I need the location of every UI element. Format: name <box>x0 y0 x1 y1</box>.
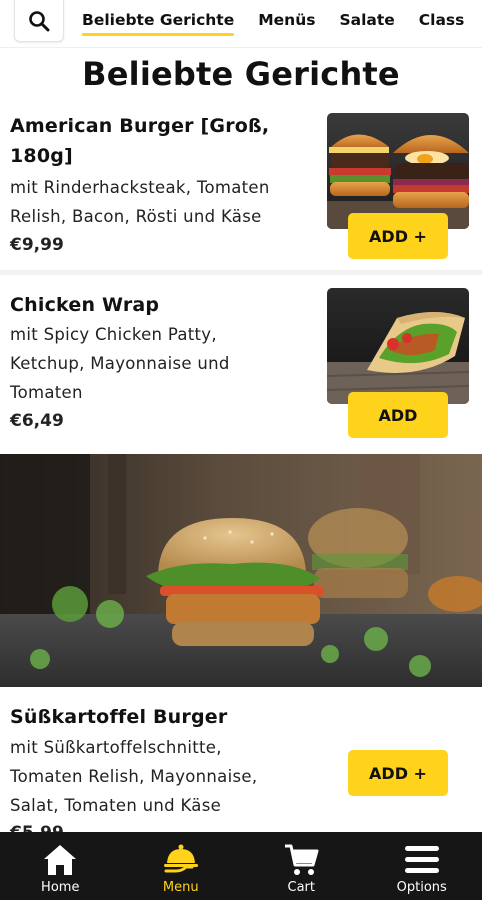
add-to-cart-button[interactable]: ADD + <box>348 750 448 796</box>
add-to-cart-button[interactable]: ADD + <box>348 213 448 259</box>
menu-cloche-icon <box>162 842 200 878</box>
menu-item-american-burger[interactable]: American Burger [Groß, 180g] mit Rinderh… <box>0 110 482 270</box>
burger-photo <box>327 113 469 229</box>
tab-classics[interactable]: Class <box>419 2 465 38</box>
category-bar: Beliebte Gerichte Menüs Salate Class <box>0 0 482 48</box>
tab-salate[interactable]: Salate <box>339 2 394 38</box>
nav-menu[interactable]: Menu <box>121 832 242 900</box>
nav-home[interactable]: Home <box>0 832 121 900</box>
bottom-navigation: Home Menu Cart Options <box>0 832 482 900</box>
nav-cart-label: Cart <box>287 880 316 895</box>
cart-icon <box>283 842 319 878</box>
category-tabs: Beliebte Gerichte Menüs Salate Class <box>82 0 482 40</box>
menu-item-suesskartoffel-burger[interactable]: Süßkartoffel Burger mit Süßkartoffelschn… <box>0 687 482 843</box>
nav-options-label: Options <box>396 880 447 895</box>
tab-beliebte-gerichte[interactable]: Beliebte Gerichte <box>82 2 235 38</box>
add-to-cart-button[interactable]: ADD <box>348 392 448 438</box>
hamburger-menu-icon <box>404 842 440 878</box>
item-description: mit Spicy Chicken Patty, Ketchup, Mayonn… <box>10 325 230 402</box>
nav-menu-label: Menu <box>162 880 199 895</box>
nav-home-label: Home <box>41 880 80 895</box>
item-price: €9,99 <box>10 235 64 255</box>
item-price: €6,49 <box>10 411 64 431</box>
nav-options[interactable]: Options <box>362 832 482 900</box>
item-name: Chicken Wrap <box>10 294 160 316</box>
hero-burger-image <box>0 454 482 687</box>
search-button[interactable] <box>14 0 64 42</box>
tab-menues[interactable]: Menüs <box>258 2 315 38</box>
search-icon <box>29 10 50 31</box>
wrap-photo <box>327 288 469 404</box>
nav-cart[interactable]: Cart <box>241 832 362 900</box>
item-description: mit Süßkartoffelschnitte, Tomaten Relish… <box>10 738 258 815</box>
item-description: mit Rinderhacksteak, Tomaten Relish, Bac… <box>10 178 270 226</box>
home-icon <box>42 842 78 878</box>
item-name: Süßkartoffel Burger <box>10 706 228 728</box>
menu-item-chicken-wrap[interactable]: Chicken Wrap mit Spicy Chicken Patty, Ke… <box>0 275 482 451</box>
item-name: American Burger [Groß, 180g] <box>10 115 270 167</box>
section-title: Beliebte Gerichte <box>82 55 400 93</box>
